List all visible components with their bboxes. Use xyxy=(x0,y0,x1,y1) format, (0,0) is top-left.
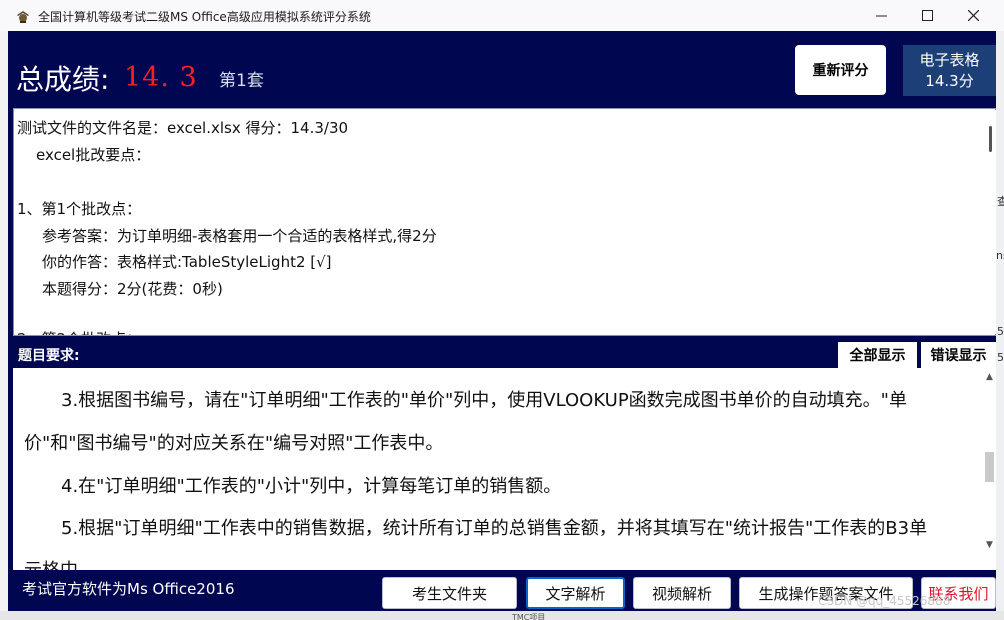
background-text: ns xyxy=(996,249,1004,262)
exam-set-label: 第1套 xyxy=(219,71,264,91)
show-errors-tab[interactable]: 错误显示 xyxy=(921,342,996,368)
close-icon xyxy=(967,10,979,21)
video-analysis-button[interactable]: 视频解析 xyxy=(633,577,731,609)
result-line: 1、第1个批改点： xyxy=(17,200,142,218)
requirements-scrollbar[interactable]: ▲ ▼ xyxy=(983,368,996,570)
grading-result-panel[interactable]: 测试文件的文件名是：excel.xlsx 得分：14.3/30 excel批改要… xyxy=(13,108,996,336)
close-button[interactable] xyxy=(950,0,996,31)
result-line: 2、第2个批改点： xyxy=(17,328,141,335)
background-text: 查 xyxy=(997,195,1004,208)
total-score-value: 14. 3 xyxy=(124,62,198,93)
show-all-tab[interactable]: 全部显示 xyxy=(838,342,917,368)
result-line: excel批改要点： xyxy=(36,146,151,164)
result-scrollbar-thumb[interactable] xyxy=(989,126,992,152)
requirements-title: 题目要求: xyxy=(18,348,80,364)
scroll-up-icon[interactable]: ▲ xyxy=(986,372,993,382)
module-score: 14.3分 xyxy=(925,72,974,90)
window-title: 全国计算机等级考试二级MS Office高级应用模拟系统评分系统 xyxy=(38,10,371,24)
result-scrollbar[interactable] xyxy=(985,110,996,334)
result-line: 你的作答：表格样式:TableStyleLight2 [√] xyxy=(42,253,332,271)
rescore-button[interactable]: 重新评分 xyxy=(795,45,886,95)
title-bar: 全国计算机等级考试二级MS Office高级应用模拟系统评分系统 xyxy=(0,0,1004,31)
requirement-line: 价"和"图书编号"的对应关系在"编号对照"工作表中。 xyxy=(24,433,444,454)
requirement-line: 元格中。 xyxy=(24,556,96,570)
result-line: 测试文件的文件名是：excel.xlsx 得分：14.3/30 xyxy=(17,119,349,137)
result-line: 本题得分：2分(花费：0秒) xyxy=(42,280,223,298)
background-window-strip: 查 ns 5 5 xyxy=(996,31,1004,620)
requirement-line: 3.根据图书编号，请在"订单明细"工作表的"单价"列中，使用VLOOKUP函数完… xyxy=(61,390,907,411)
student-folder-button[interactable]: 考生文件夹 xyxy=(382,577,517,609)
requirements-scrollbar-thumb[interactable] xyxy=(985,452,994,482)
maximize-icon xyxy=(921,10,933,21)
official-software-note: 考试官方软件为Ms Office2016 xyxy=(22,580,235,598)
total-score-label: 总成绩: xyxy=(16,63,110,96)
requirement-line: 5.根据"订单明细"工作表中的销售数据，统计所有订单的总销售金额，并将其填写在"… xyxy=(61,518,928,539)
csdn-watermark: CSDN @qq_45526888 xyxy=(818,594,951,608)
minimize-icon xyxy=(875,15,887,17)
spreadsheet-module-button[interactable]: 电子表格 14.3分 xyxy=(903,45,996,96)
requirements-panel[interactable]: 3.根据图书编号，请在"订单明细"工作表的"单价"列中，使用VLOOKUP函数完… xyxy=(13,368,983,570)
exam-app-icon xyxy=(17,11,29,23)
background-text: 5 xyxy=(997,351,1004,364)
background-text: TMC项目 xyxy=(512,613,546,620)
scroll-down-icon[interactable]: ▼ xyxy=(986,540,993,550)
maximize-button[interactable] xyxy=(904,0,950,31)
requirement-line: 4.在"订单明细"工作表的"小计"列中，计算每笔订单的销售额。 xyxy=(61,476,562,497)
minimize-button[interactable] xyxy=(858,0,904,31)
text-analysis-button[interactable]: 文字解析 xyxy=(526,577,625,609)
scoring-app-window: 全国计算机等级考试二级MS Office高级应用模拟系统评分系统 总成绩: 14… xyxy=(0,0,1004,620)
background-text: 5 xyxy=(997,325,1004,338)
background-window-bottom: TMC项目 xyxy=(0,611,1004,620)
module-name: 电子表格 xyxy=(919,51,980,69)
result-line: 参考答案：为订单明细-表格套用一个合适的表格样式,得2分 xyxy=(42,227,437,245)
